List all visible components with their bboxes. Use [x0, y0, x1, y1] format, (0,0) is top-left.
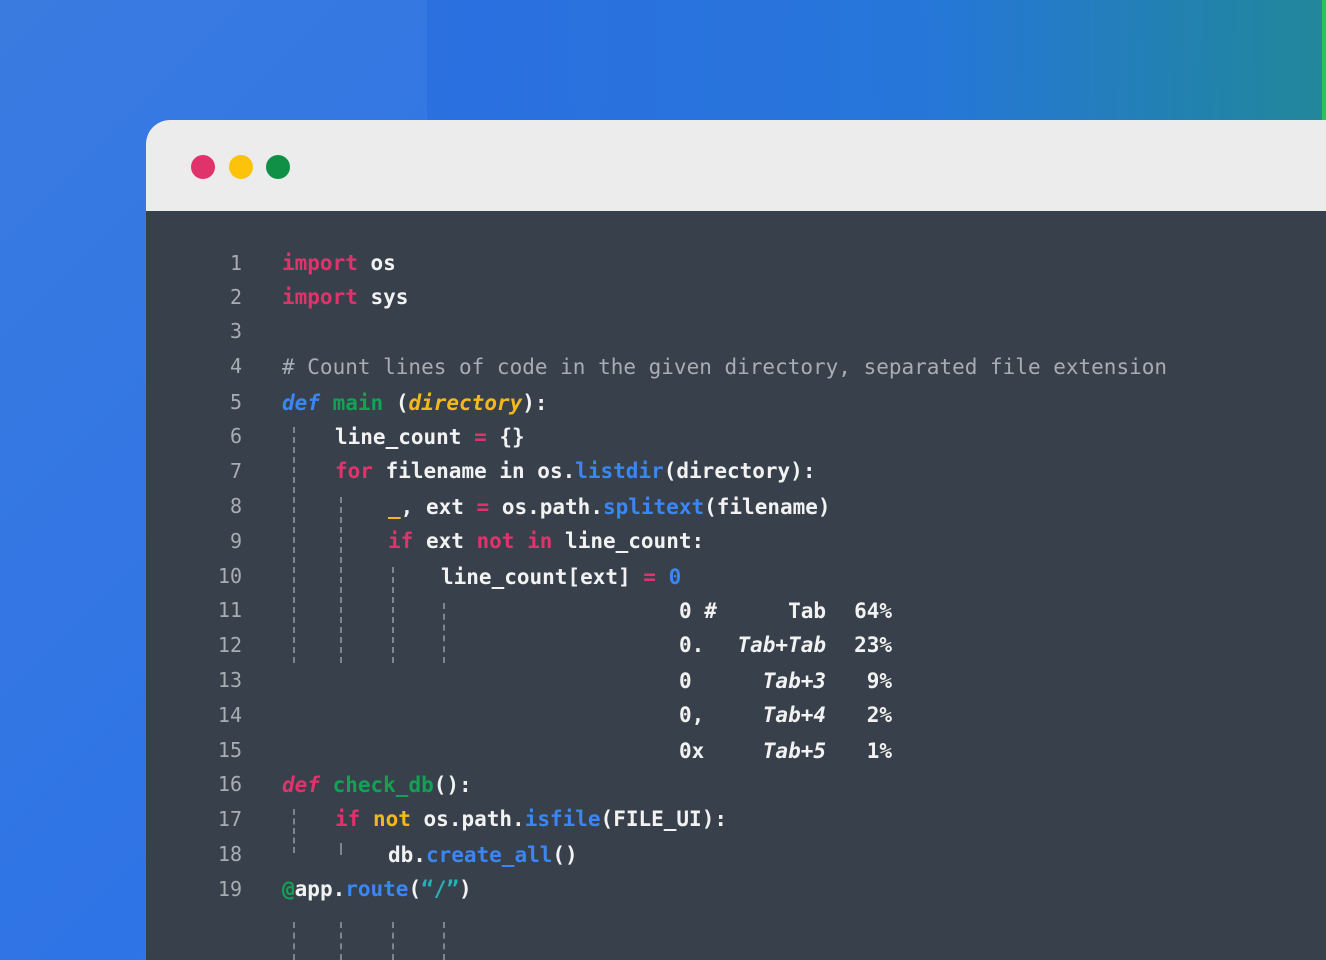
code-line-10: line_count[ext] = 0 — [441, 565, 682, 589]
code-line-12-key: Tab+Tab — [737, 633, 826, 657]
line-number: 10 — [217, 564, 242, 588]
line-number: 5 — [229, 390, 242, 414]
code-line-14-prefix: 0, — [679, 703, 705, 727]
line-number: 6 — [229, 424, 242, 448]
line-number: 1 — [229, 251, 242, 275]
line-number: 13 — [217, 668, 242, 692]
indent-guide — [392, 922, 394, 960]
code-line-16: def check_db(): — [282, 773, 472, 797]
code-line-7: for filename in os.listdir(directory): — [335, 459, 816, 483]
code-line-17: if not os.path.isfile(FILE_UI): — [335, 807, 727, 831]
code-editor[interactable]: 1 2 3 4 5 6 7 8 9 10 11 12 13 14 15 16 1… — [146, 211, 1326, 960]
code-line-8: _, ext = os.path.splitext(filename) — [388, 495, 831, 519]
line-number: 3 — [229, 319, 242, 343]
line-number: 2 — [229, 285, 242, 309]
code-line-14-key: Tab+4 — [762, 703, 826, 727]
code-line-2: import sys — [282, 285, 409, 309]
line-number: 8 — [229, 494, 242, 518]
indent-guide — [443, 603, 445, 663]
code-line-14-percent: 2% — [866, 703, 892, 727]
indent-guide — [340, 922, 342, 960]
code-line-19: @app.route(“/”) — [282, 877, 472, 901]
code-window: 1 2 3 4 5 6 7 8 9 10 11 12 13 14 15 16 1… — [146, 120, 1326, 960]
indent-guide — [293, 922, 295, 960]
code-line-11-prefix: 0 # — [679, 599, 717, 623]
indent-guide — [340, 497, 342, 663]
line-number: 14 — [217, 703, 242, 727]
code-line-4: # Count lines of code in the given direc… — [282, 355, 1168, 379]
code-line-5: def main (directory): — [282, 391, 548, 415]
code-line-12-percent: 23% — [854, 633, 892, 657]
line-number: 17 — [217, 807, 242, 831]
indent-guide — [392, 567, 394, 663]
code-line-1: import os — [282, 251, 396, 275]
code-line-11-key: Tab — [788, 599, 826, 623]
code-line-13-key: Tab+3 — [762, 669, 826, 693]
code-line-18: db.create_all() — [388, 843, 578, 867]
code-line-9: if ext not in line_count: — [388, 529, 705, 553]
indent-guide — [340, 843, 342, 855]
close-button[interactable] — [191, 155, 215, 179]
line-number: 16 — [217, 772, 242, 796]
indent-guide — [443, 922, 445, 960]
line-number: 19 — [217, 877, 242, 901]
line-number: 15 — [217, 738, 242, 762]
line-number: 11 — [217, 598, 242, 622]
minimize-button[interactable] — [229, 155, 253, 179]
maximize-button[interactable] — [266, 155, 290, 179]
code-line-13-prefix: 0 — [679, 669, 692, 693]
line-number: 4 — [229, 354, 242, 378]
background-accent-edge — [1322, 0, 1326, 122]
line-number: 9 — [229, 529, 242, 553]
code-line-13-percent: 9% — [866, 669, 892, 693]
code-line-6: line_count = {} — [335, 425, 525, 449]
window-titlebar — [146, 120, 1326, 211]
code-line-12-prefix: 0. — [679, 633, 705, 657]
code-line-15-percent: 1% — [866, 739, 892, 763]
code-line-15-prefix: 0x — [679, 739, 705, 763]
indent-guide — [293, 427, 295, 663]
line-number: 7 — [229, 459, 242, 483]
code-line-11-percent: 64% — [854, 599, 892, 623]
line-number: 12 — [217, 633, 242, 657]
indent-guide — [293, 809, 295, 853]
line-number: 18 — [217, 842, 242, 866]
code-line-15-key: Tab+5 — [762, 739, 826, 763]
